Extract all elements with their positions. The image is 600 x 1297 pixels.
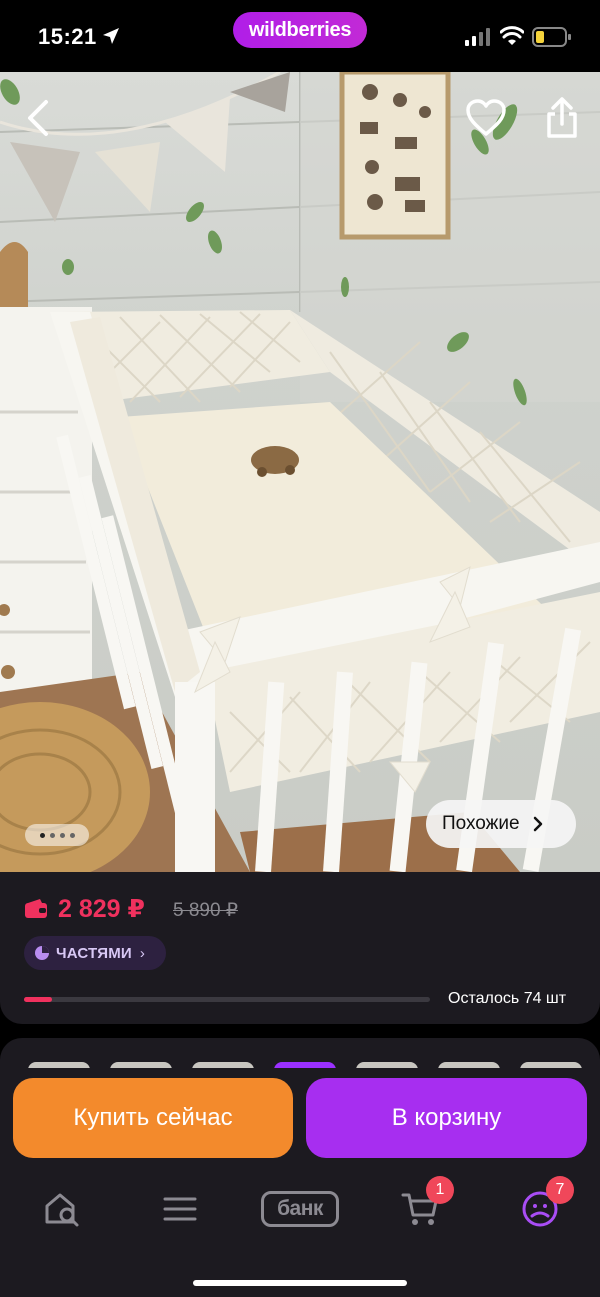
stock-progress-bar [24,997,430,1002]
gallery-dot [49,832,55,838]
status-bar: 15:21 wildberries [0,0,600,72]
pie-chart-icon [35,946,49,960]
purchase-actions: Купить сейчас В корзину [0,1068,600,1168]
gallery-pagination [25,824,89,846]
old-price: 5 890 ₽ [173,900,238,921]
chevron-right-icon [533,816,542,832]
tab-home-search[interactable] [32,1186,92,1232]
add-to-cart-button[interactable]: В корзину [306,1078,587,1158]
wifi-icon [500,26,524,45]
tab-cart[interactable]: 1 [390,1176,454,1232]
current-price: 2 829 ₽ [58,895,145,923]
share-icon[interactable] [540,96,584,140]
location-arrow-icon [103,28,119,44]
tab-bank[interactable]: банк [260,1186,340,1232]
bottom-tab-bar: банк 1 7 [0,1168,600,1297]
cart-badge: 1 [426,1176,454,1204]
installments-button[interactable]: ЧАСТЯМИ › [24,936,166,970]
gallery-dot [39,832,45,838]
similar-label: Похожие [442,813,520,834]
product-photo [0,72,600,872]
toy-car-image [251,446,299,477]
stock-remaining: Осталось 74 шт [448,990,567,1007]
menu-icon [163,1197,197,1221]
gallery-dot [59,832,65,838]
similar-button[interactable]: Похожие [426,800,576,848]
product-photo-gallery[interactable]: Похожие [0,72,600,872]
tab-catalog[interactable] [150,1186,210,1232]
status-time: 15:21 [38,24,97,49]
favorite-heart-icon[interactable] [464,98,508,138]
home-search-icon [45,1193,79,1227]
brand-logo[interactable]: wildberries [233,12,367,48]
buy-now-button[interactable]: Купить сейчас [13,1078,293,1158]
chevron-right-icon: › [139,944,145,962]
wallet-icon [25,899,47,918]
stock-progress-fill [24,997,53,1002]
cellular-signal-icon [465,28,490,46]
back-icon[interactable] [22,98,58,138]
home-indicator[interactable] [193,1280,407,1286]
tab-profile[interactable]: 7 [510,1176,574,1232]
battery-low-icon [532,27,571,47]
profile-badge: 7 [546,1176,574,1204]
installments-label: ЧАСТЯМИ [56,944,132,962]
bank-label: банк [261,1191,339,1227]
price-card: 2 829 ₽ 5 890 ₽ ЧАСТЯМИ › Осталось 74 шт [0,872,600,1024]
gallery-dot [69,832,75,838]
